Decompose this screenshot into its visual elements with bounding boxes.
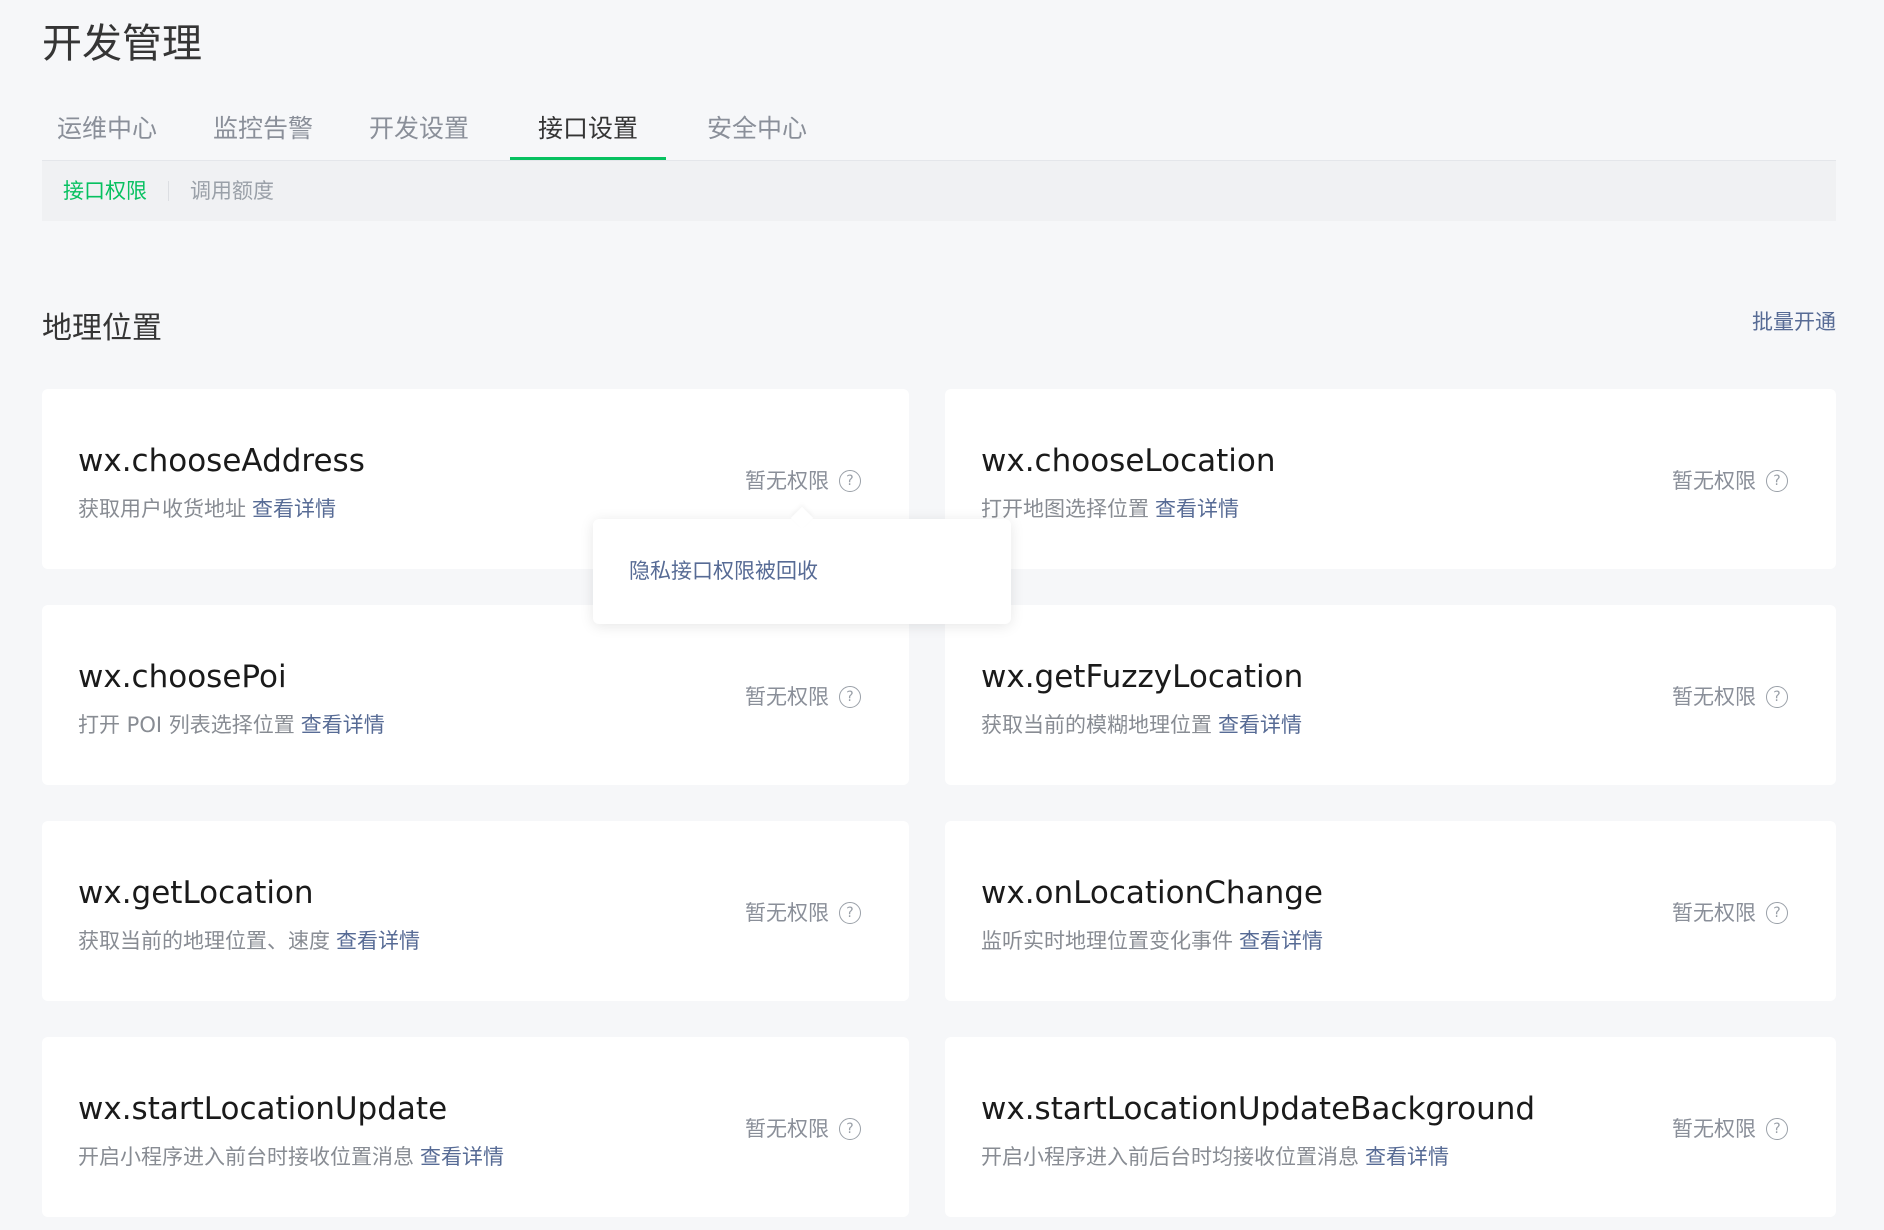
permission-status-text: 暂无权限: [1672, 901, 1756, 925]
api-name: wx.startLocationUpdate: [78, 1091, 448, 1127]
tab-api-settings[interactable]: 接口设置: [510, 100, 666, 160]
batch-enable-link[interactable]: 批量开通: [1752, 308, 1836, 336]
api-description-text: 打开 POI 列表选择位置: [78, 713, 295, 737]
api-name: wx.chooseAddress: [78, 443, 365, 479]
permission-status-text: 暂无权限: [1672, 469, 1756, 493]
view-details-link[interactable]: 查看详情: [1155, 497, 1239, 521]
sub-tab-divider: [168, 181, 169, 201]
permission-status-text: 暂无权限: [1672, 685, 1756, 709]
subtab-api-permissions[interactable]: 接口权限: [63, 161, 147, 221]
main-tabs: 运维中心 监控告警 开发设置 接口设置 安全中心: [42, 100, 1836, 161]
api-name: wx.startLocationUpdateBackground: [981, 1091, 1536, 1127]
view-details-link[interactable]: 查看详情: [1239, 929, 1323, 953]
api-card: wx.choosePoi 打开 POI 列表选择位置 查看详情 暂无权限 ?: [42, 605, 909, 785]
question-circle-icon[interactable]: ?: [1766, 686, 1788, 708]
api-description-text: 获取当前的地理位置、速度: [78, 929, 330, 953]
permission-tooltip: 隐私接口权限被回收: [593, 519, 1011, 624]
permission-status: 暂无权限 ?: [745, 467, 861, 495]
api-card: wx.onLocationChange 监听实时地理位置变化事件 查看详情 暂无权…: [945, 821, 1836, 1001]
question-circle-icon[interactable]: ?: [1766, 470, 1788, 492]
permission-status-text: 暂无权限: [1672, 1117, 1756, 1141]
api-description-text: 开启小程序进入前台时接收位置消息: [78, 1145, 414, 1169]
api-description-text: 监听实时地理位置变化事件: [981, 929, 1233, 953]
question-circle-icon[interactable]: ?: [839, 902, 861, 924]
permission-status-text: 暂无权限: [745, 469, 829, 493]
question-circle-icon[interactable]: ?: [839, 470, 861, 492]
permission-status-text: 暂无权限: [745, 685, 829, 709]
tab-ops-center[interactable]: 运维中心: [42, 100, 172, 160]
api-description-text: 开启小程序进入前后台时均接收位置消息: [981, 1145, 1359, 1169]
tab-dev-settings[interactable]: 开发设置: [354, 100, 484, 160]
permission-status: 暂无权限 ?: [1672, 683, 1788, 711]
api-description-text: 获取用户收货地址: [78, 497, 246, 521]
api-card: wx.chooseLocation 打开地图选择位置 查看详情 暂无权限 ?: [945, 389, 1836, 569]
permission-status-text: 暂无权限: [745, 901, 829, 925]
permission-status: 暂无权限 ?: [1672, 1115, 1788, 1143]
permission-status: 暂无权限 ?: [745, 1115, 861, 1143]
api-description: 开启小程序进入前台时接收位置消息 查看详情: [78, 1143, 504, 1171]
api-card: wx.startLocationUpdateBackground 开启小程序进入…: [945, 1037, 1836, 1217]
sub-tabs: 接口权限 调用额度: [42, 161, 1836, 221]
api-card: wx.getLocation 获取当前的地理位置、速度 查看详情 暂无权限 ?: [42, 821, 909, 1001]
api-description-text: 获取当前的模糊地理位置: [981, 713, 1212, 737]
view-details-link[interactable]: 查看详情: [336, 929, 420, 953]
api-description-text: 打开地图选择位置: [981, 497, 1149, 521]
api-card: wx.startLocationUpdate 开启小程序进入前台时接收位置消息查…: [42, 1037, 909, 1217]
api-description: 获取当前的模糊地理位置 查看详情: [981, 711, 1302, 739]
api-name: wx.choosePoi: [78, 659, 287, 695]
permission-status: 暂无权限 ?: [1672, 467, 1788, 495]
api-name: wx.chooseLocation: [981, 443, 1276, 479]
permission-status: 暂无权限 ?: [745, 899, 861, 927]
view-details-link[interactable]: 查看详情: [301, 713, 385, 737]
api-description: 开启小程序进入前后台时均接收位置消息 查看详情: [981, 1143, 1449, 1171]
api-description: 获取用户收货地址 查看详情: [78, 495, 336, 523]
tab-monitoring[interactable]: 监控告警: [198, 100, 328, 160]
view-details-link[interactable]: 查看详情: [252, 497, 336, 521]
api-name: wx.getLocation: [78, 875, 314, 911]
tooltip-text: 隐私接口权限被回收: [629, 559, 818, 583]
api-description: 打开 POI 列表选择位置 查看详情: [78, 711, 385, 739]
view-details-link[interactable]: 查看详情: [420, 1145, 504, 1169]
section-title: 地理位置: [42, 311, 162, 346]
permission-status: 暂无权限 ?: [1672, 899, 1788, 927]
tab-security-center[interactable]: 安全中心: [692, 100, 822, 160]
api-description: 监听实时地理位置变化事件 查看详情: [981, 927, 1323, 955]
question-circle-icon[interactable]: ?: [839, 1118, 861, 1140]
question-circle-icon[interactable]: ?: [839, 686, 861, 708]
api-description: 获取当前的地理位置、速度 查看详情: [78, 927, 420, 955]
page-title: 开发管理: [42, 21, 202, 67]
question-circle-icon[interactable]: ?: [1766, 902, 1788, 924]
api-description: 打开地图选择位置 查看详情: [981, 495, 1239, 523]
api-card: wx.getFuzzyLocation 获取当前的模糊地理位置 查看详情 暂无权限…: [945, 605, 1836, 785]
question-circle-icon[interactable]: ?: [1766, 1118, 1788, 1140]
view-details-link[interactable]: 查看详情: [1365, 1145, 1449, 1169]
api-name: wx.getFuzzyLocation: [981, 659, 1304, 695]
permission-status-text: 暂无权限: [745, 1117, 829, 1141]
subtab-call-quota[interactable]: 调用额度: [190, 161, 274, 221]
permission-status: 暂无权限 ?: [745, 683, 861, 711]
view-details-link[interactable]: 查看详情: [1218, 713, 1302, 737]
api-name: wx.onLocationChange: [981, 875, 1323, 911]
